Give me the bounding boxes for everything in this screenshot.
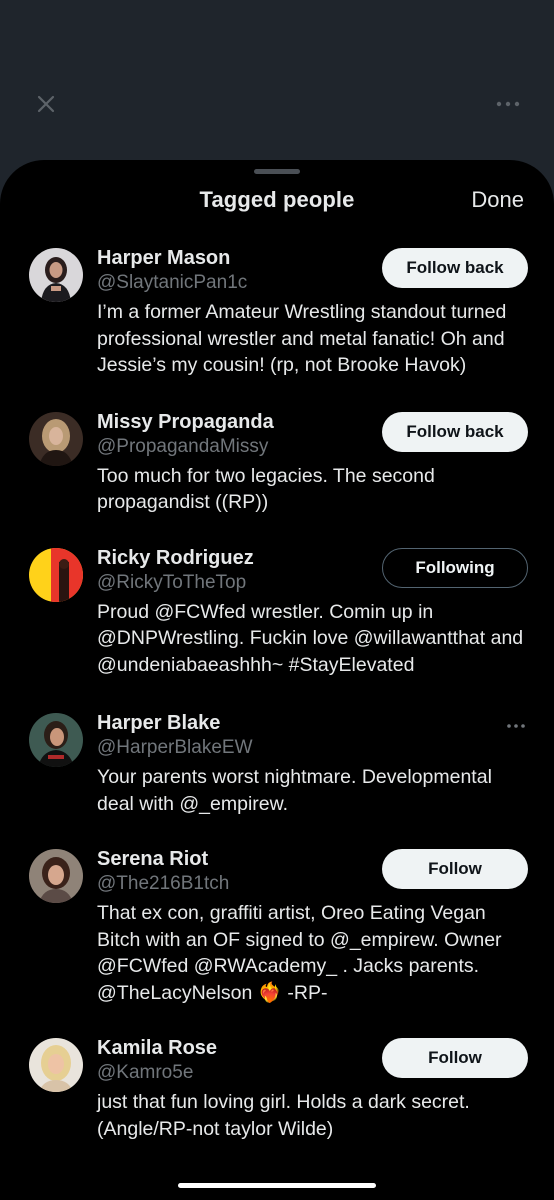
- follow-back-button[interactable]: Follow back: [382, 411, 528, 452]
- user-row[interactable]: Serena Riot @The216B1tch That ex con, gr…: [0, 847, 554, 1006]
- avatar[interactable]: [29, 1038, 83, 1092]
- user-bio: Proud @FCWfed wrestler. Comin up in @DNP…: [97, 600, 524, 676]
- user-row[interactable]: Ricky Rodriguez @RickyToTheTop Proud @FC…: [0, 546, 554, 679]
- more-horizontal-icon[interactable]: [494, 92, 522, 116]
- follow-button[interactable]: Follow: [382, 849, 528, 889]
- user-row[interactable]: Kamila Rose @Kamro5e just that fun lovin…: [0, 1036, 554, 1142]
- home-indicator[interactable]: [178, 1183, 376, 1188]
- tagged-user-list: Harper Mason @SlaytanicPan1c I’m a forme…: [0, 246, 554, 1142]
- avatar[interactable]: [29, 547, 83, 602]
- tagged-people-screen: Tagged people Done Harper Mason @Slaytan…: [0, 0, 554, 1200]
- user-bio: Too much for two legacies. The second pr…: [97, 464, 435, 514]
- user-bio: Your parents worst nightmare. Developmen…: [97, 766, 492, 815]
- follow-back-button[interactable]: Follow back: [382, 248, 528, 288]
- close-icon[interactable]: [34, 92, 58, 116]
- user-bio: just that fun loving girl. Holds a dark …: [97, 1091, 470, 1140]
- done-button[interactable]: Done: [471, 187, 524, 213]
- user-row[interactable]: Missy Propaganda @PropagandaMissy Too mu…: [0, 410, 554, 516]
- user-row[interactable]: Harper Mason @SlaytanicPan1c I’m a forme…: [0, 246, 554, 379]
- user-bio: I’m a former Amateur Wrestling standout …: [97, 301, 507, 376]
- avatar[interactable]: [29, 849, 83, 903]
- tagged-people-sheet: Tagged people Done Harper Mason @Slaytan…: [0, 160, 554, 1200]
- more-options-icon[interactable]: [506, 721, 526, 731]
- avatar[interactable]: [29, 713, 83, 767]
- user-handle: @HarperBlakeEW: [97, 737, 253, 758]
- follow-button[interactable]: Follow: [382, 1038, 528, 1078]
- avatar[interactable]: [29, 248, 83, 302]
- sheet-grabber-handle[interactable]: [254, 169, 300, 174]
- user-name[interactable]: Harper Blake: [97, 711, 528, 735]
- avatar[interactable]: [29, 411, 83, 466]
- user-row[interactable]: Harper Blake @HarperBlakeEW Your parents…: [0, 711, 554, 817]
- user-bio: That ex con, graffiti artist, Oreo Eatin…: [97, 902, 502, 1004]
- following-button[interactable]: Following: [382, 547, 528, 588]
